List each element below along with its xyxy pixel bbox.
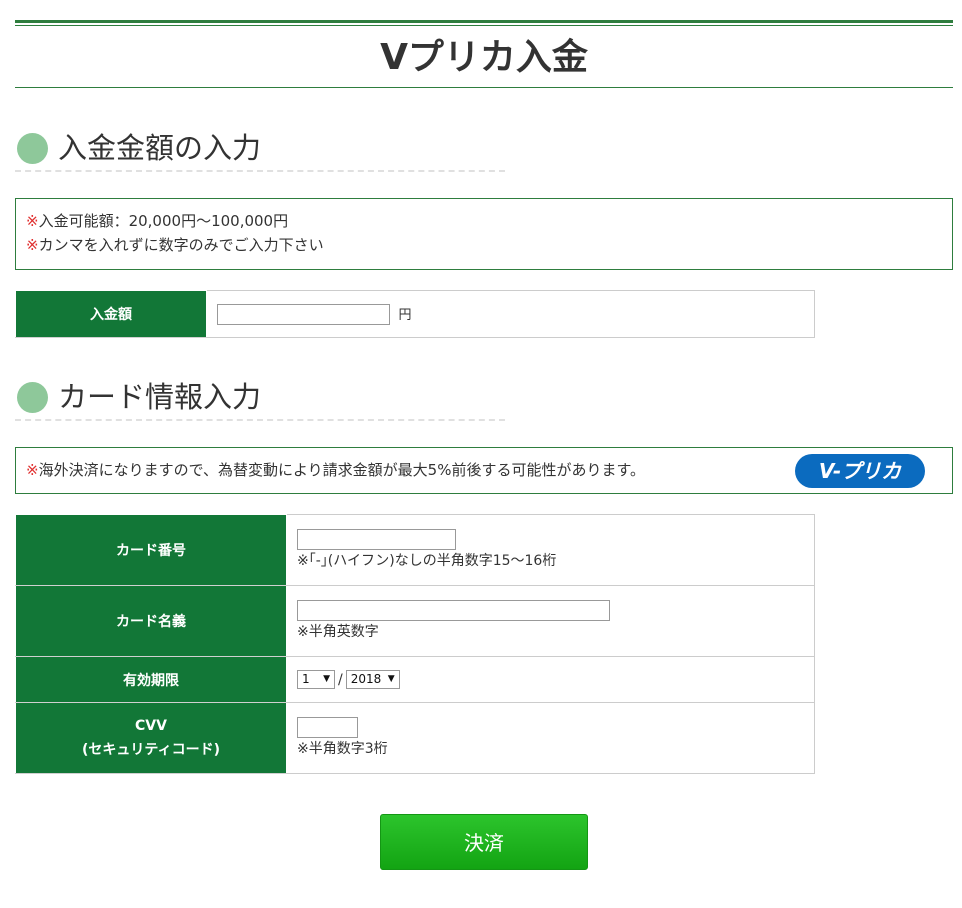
card-number-cell: ※｢-｣(ハイフン)なしの半角数字15～16桁 xyxy=(286,514,815,586)
cvv-cell: ※半角数字3桁 xyxy=(286,702,815,774)
card-name-cell: ※半角英数字 xyxy=(286,585,815,657)
card-number-hint: ※｢-｣(ハイフン)なしの半角数字15～16桁 xyxy=(297,552,557,569)
cvv-label-line2: (セキュリティコード) xyxy=(82,742,220,758)
card-form-table: カード番号 ※｢-｣(ハイフン)なしの半角数字15～16桁 カード名義 ※半角英… xyxy=(15,514,815,774)
amount-notice: ※入金可能額：20,000円～100,000円 ※カンマを入れずに数字のみでご入… xyxy=(15,198,953,270)
cvv-row: CVV (セキュリティコード) ※半角数字3桁 xyxy=(15,702,815,774)
card-name-input[interactable] xyxy=(297,599,610,621)
chevron-down-icon: ▼ xyxy=(387,674,395,684)
cvv-label-line1: CVV xyxy=(135,718,167,734)
expiry-year-select[interactable]: 2018 ▼ xyxy=(345,670,400,689)
page-title: Vプリカ入金 xyxy=(380,37,588,78)
cvv-input[interactable] xyxy=(297,716,358,738)
section-heading-label: 入金金額の入力 xyxy=(58,131,262,165)
title-divider xyxy=(15,87,953,88)
card-notice: ※海外決済になりますので、為替変動により請求金額が最大5%前後する可能性がありま… xyxy=(15,447,953,494)
top-rule xyxy=(15,20,953,23)
amount-input[interactable] xyxy=(217,303,390,325)
chevron-down-icon: ▼ xyxy=(323,674,330,684)
amount-label: 入金額 xyxy=(15,290,207,338)
expiry-cell: 1 ▼/2018 ▼ xyxy=(286,656,815,703)
card-number-label: カード番号 xyxy=(15,514,287,586)
vpreca-logo: V-プリカ xyxy=(795,454,925,488)
amount-row: 入金額 円 xyxy=(15,290,815,338)
circle-bullet-icon xyxy=(17,382,48,413)
expiry-row: 有効期限 1 ▼/2018 ▼ xyxy=(15,656,815,703)
card-name-row: カード名義 ※半角英数字 xyxy=(15,585,815,657)
amount-form-table: 入金額 円 xyxy=(15,290,815,338)
notice-mark: ※ xyxy=(26,212,39,230)
card-name-hint: ※半角英数字 xyxy=(297,623,379,640)
section-heading-card: カード情報入力 xyxy=(15,377,505,421)
card-number-row: カード番号 ※｢-｣(ハイフン)なしの半角数字15～16桁 xyxy=(15,514,815,586)
top-rule-thin xyxy=(15,25,953,26)
notice-line-range: ※入金可能額：20,000円～100,000円 xyxy=(26,209,942,233)
notice-text: 入金可能額：20,000円～100,000円 xyxy=(38,212,289,230)
expiry-label: 有効期限 xyxy=(15,656,287,703)
expiry-separator: / xyxy=(338,671,343,688)
circle-bullet-icon xyxy=(17,133,48,164)
pay-button[interactable]: 決済 xyxy=(380,814,588,870)
expiry-month-select[interactable]: 1 ▼ xyxy=(297,670,335,689)
expiry-year-value: 2018 xyxy=(350,672,382,686)
notice-text: 海外決済になりますので、為替変動により請求金額が最大5%前後する可能性があります… xyxy=(38,461,645,479)
notice-line-format: ※カンマを入れずに数字のみでご入力下さい xyxy=(26,233,942,257)
card-name-label: カード名義 xyxy=(15,585,287,657)
amount-cell: 円 xyxy=(206,290,815,338)
cvv-label: CVV (セキュリティコード) xyxy=(15,702,287,774)
cvv-hint: ※半角数字3桁 xyxy=(297,740,388,757)
card-number-input[interactable] xyxy=(297,528,456,550)
notice-text: カンマを入れずに数字のみでご入力下さい xyxy=(38,236,324,254)
amount-unit: 円 xyxy=(398,307,412,323)
notice-mark: ※ xyxy=(26,461,39,479)
section-heading-amount: 入金金額の入力 xyxy=(15,128,505,172)
expiry-month-value: 1 xyxy=(302,672,310,686)
notice-mark: ※ xyxy=(26,236,39,254)
section-heading-label: カード情報入力 xyxy=(58,380,262,414)
